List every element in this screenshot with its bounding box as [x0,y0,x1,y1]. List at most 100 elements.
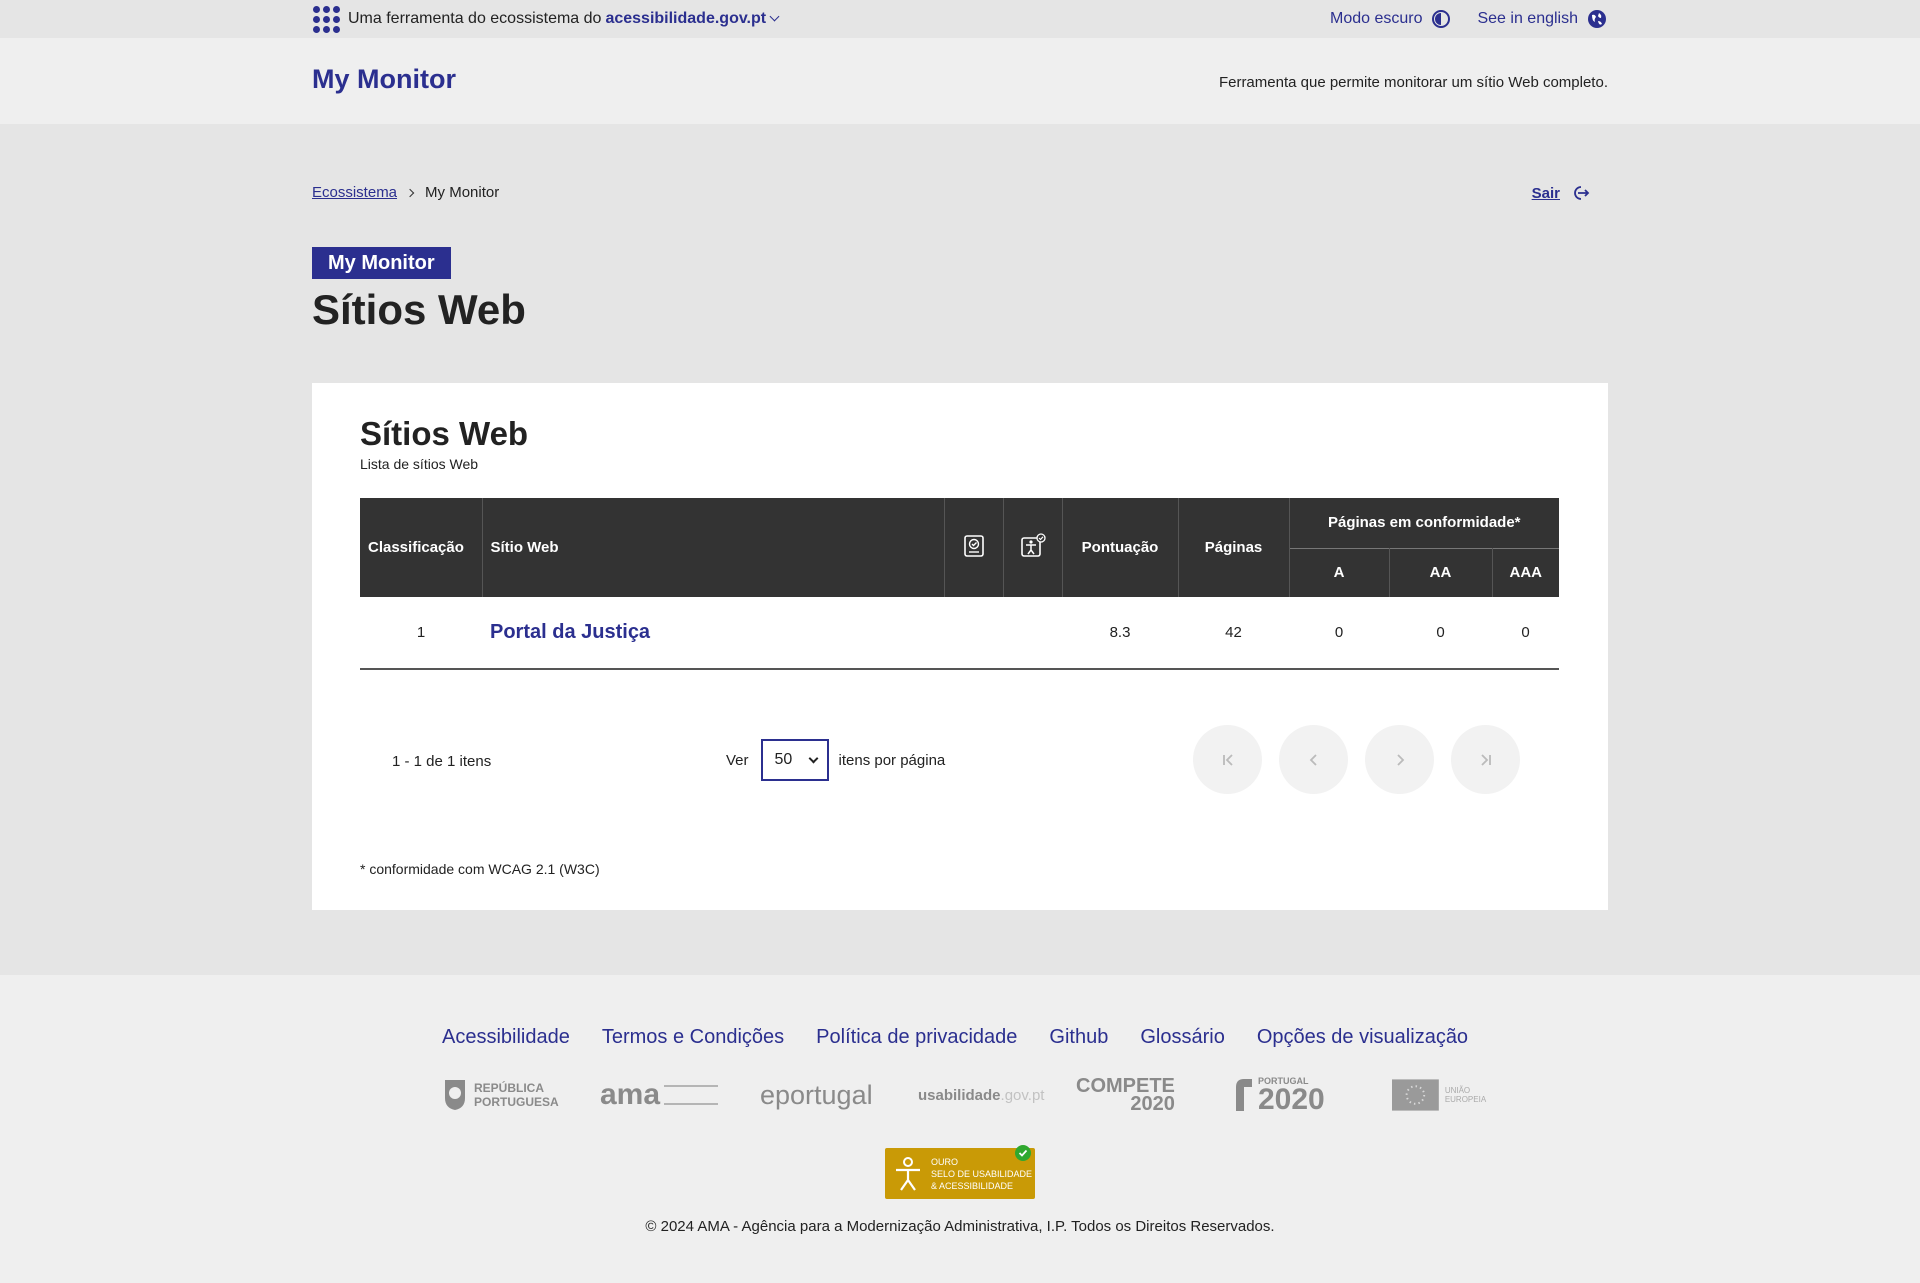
first-page-icon [1222,753,1233,766]
footer-link-terms[interactable]: Termos e Condições [602,1026,784,1049]
last-page-button[interactable] [1451,725,1520,794]
brand-title[interactable]: My Monitor [312,64,456,95]
websites-table: Classificação Sítio Web Pontuação Página… [360,498,1559,670]
per-page-control: Ver 50 itens por página [726,739,945,781]
breadcrumb-home-link[interactable]: Ecossistema [312,184,397,201]
card-subtitle: Lista de sítios Web [360,456,479,472]
gold-usability-seal[interactable]: OURO SELO DE USABILIDADE & ACESSIBILIDAD… [885,1145,1035,1199]
eu-funds-logo[interactable]: UNIÃO EUROPEIA [1392,1075,1512,1115]
ecosystem-prefix: Uma ferramenta do ecossistema do [348,10,602,27]
republica-portuguesa-logo[interactable]: REPÚBLICA PORTUGUESA [442,1075,559,1115]
language-switch[interactable]: See in english [1477,9,1607,29]
usabilidade-text: usabilidade [918,1086,1001,1104]
dark-mode-toggle[interactable]: Modo escuro [1330,9,1452,29]
contrast-icon [1432,10,1451,28]
column-header-seal[interactable] [1003,498,1063,597]
brand-tagline: Ferramenta que permite monitorar um síti… [1218,74,1608,91]
site-link[interactable]: Portal da Justiça [490,621,650,643]
cell-score: 8.3 [1062,597,1178,670]
portugal2020-logo[interactable]: PORTUGAL 2020 [1234,1075,1325,1115]
portugal2020-mark-icon [1236,1079,1252,1111]
card-title: Sítios Web [360,415,529,452]
column-header-aa[interactable]: AA [1389,547,1493,597]
column-header-score[interactable]: Pontuação [1062,498,1179,597]
column-header-aaa[interactable]: AAA [1492,547,1559,597]
breadcrumb: Ecossistema My Monitor [312,184,499,201]
ecosystem-bar: Uma ferramenta do ecossistema do acessib… [0,0,1920,38]
apps-grid-icon[interactable] [313,5,340,33]
logout-label[interactable]: Sair [1532,185,1560,202]
chevron-down-icon [808,753,818,764]
portugal-year: 2020 [1258,1082,1325,1116]
republica-line-1: REPÚBLICA [474,1081,545,1095]
cell-seal [1003,597,1062,670]
ecosystem-info: Uma ferramenta do ecossistema do acessib… [313,3,780,35]
ama-text: ama [600,1078,661,1111]
eportugal-logo[interactable]: eportugal [760,1075,873,1115]
seal-line-2: SELO DE USABILIDADE [931,1168,1033,1179]
column-header-rank[interactable]: Classificação [360,498,483,597]
footer-link-accessibility[interactable]: Acessibilidade [442,1026,570,1049]
footer-link-display-options[interactable]: Opções de visualização [1257,1026,1468,1049]
cell-pages: 42 [1178,597,1289,670]
cell-a: 0 [1289,597,1389,670]
globe-icon [1588,10,1606,28]
column-group-conformity: Páginas em conformidade* [1289,498,1559,548]
cell-aa: 0 [1389,597,1492,670]
wcag-footnote: * conformidade com WCAG 2.1 (W3C) [360,861,600,877]
per-page-suffix: itens por página [838,751,946,769]
pagination-range: 1 - 1 de 1 itens [392,753,492,770]
footer-link-privacy[interactable]: Política de privacidade [816,1026,1017,1049]
chevron-right-icon [1396,753,1404,766]
usabilidade-logo[interactable]: usabilidade .gov.pt [918,1075,1044,1115]
table-row: 1 Portal da Justiça 8.3 42 0 0 0 [360,597,1559,670]
site-header: My Monitor Ferramenta que permite monito… [0,38,1920,124]
ama-logo[interactable]: ama [600,1075,719,1115]
site-footer: Acessibilidade Termos e Condições Políti… [0,975,1920,1283]
usabilidade-domain: .gov.pt [1000,1086,1045,1104]
cell-aaa: 0 [1492,597,1559,670]
first-page-button[interactable] [1193,725,1262,794]
republica-line-2: PORTUGUESA [474,1095,559,1109]
chevron-right-icon [405,188,415,197]
per-page-select[interactable]: 50 [760,739,829,781]
eu-flag-icon [1392,1079,1439,1111]
column-header-a[interactable]: A [1289,547,1390,597]
seal-line-3: & ACESSIBILIDADE [931,1180,1014,1191]
republica-emblem-icon [445,1080,465,1110]
next-page-button[interactable] [1365,725,1434,794]
per-page-label: Ver [726,751,749,769]
eu-text: UNIÃO EUROPEIA [1444,1086,1487,1104]
footer-links: Acessibilidade Termos e Condições Políti… [442,1026,1500,1049]
compete-year: 2020 [1130,1093,1175,1115]
usability-seal-icon [1020,532,1046,557]
eportugal-text: eportugal [760,1079,873,1110]
page-title: Sítios Web [312,286,526,333]
cell-declaration [944,597,1003,670]
accessibility-declaration-icon [963,534,984,557]
logout-button[interactable]: Sair [1532,184,1590,202]
chevron-down-icon[interactable] [769,11,780,22]
column-header-site[interactable]: Sítio Web [482,498,945,597]
last-page-icon [1480,753,1491,766]
footer-link-glossary[interactable]: Glossário [1140,1026,1224,1049]
accessibility-person-icon [896,1156,920,1191]
chevron-left-icon [1309,753,1317,766]
seal-text: OURO SELO DE USABILIDADE & ACESSIBILIDAD… [931,1156,1032,1192]
compete2020-logo[interactable]: COMPETE 2020 [1076,1075,1175,1115]
language-label: See in english [1477,10,1578,27]
check-icon [1015,1145,1031,1161]
column-header-pages[interactable]: Páginas [1178,498,1290,597]
websites-card: Sítios Web Lista de sítios Web Classific… [312,383,1608,910]
cell-rank: 1 [360,597,482,670]
column-header-declaration[interactable] [944,498,1004,597]
cell-site: Portal da Justiça [482,597,944,670]
copyright: © 2024 AMA - Agência para a Modernização… [645,1218,1275,1235]
partner-logos: REPÚBLICA PORTUGUESA ama eportugal usabi… [442,1075,1512,1115]
logout-icon [1574,186,1590,200]
section-badge: My Monitor [312,247,451,279]
ecosystem-link[interactable]: acessibilidade.gov.pt [605,10,766,28]
dark-mode-label: Modo escuro [1329,10,1423,27]
previous-page-button[interactable] [1279,725,1348,794]
footer-link-github[interactable]: Github [1049,1026,1108,1049]
